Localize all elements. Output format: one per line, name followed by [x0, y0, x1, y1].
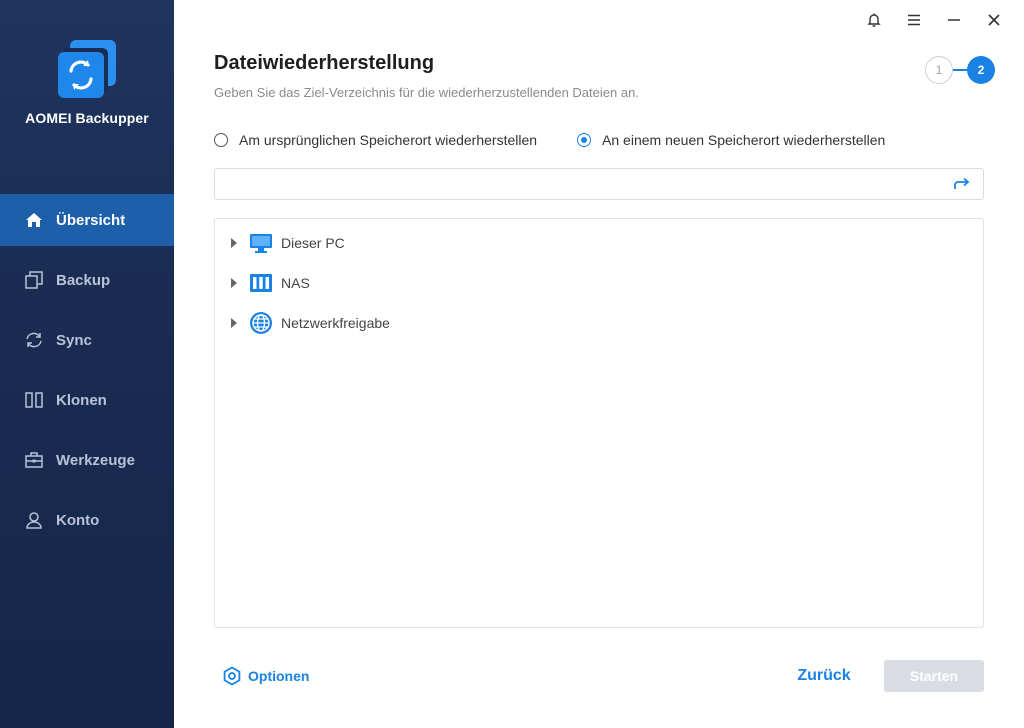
app-logo-icon	[58, 40, 116, 98]
toolbox-icon	[24, 450, 44, 470]
close-button[interactable]	[974, 8, 1014, 32]
step-indicator: 1 2	[925, 56, 995, 84]
path-input[interactable]	[215, 169, 935, 199]
tree-item-network-share[interactable]: Netzwerkfreigabe	[215, 303, 983, 343]
minimize-icon	[948, 19, 960, 21]
options-label: Optionen	[248, 668, 310, 684]
sidebar-item-label: Klonen	[56, 391, 107, 409]
gear-icon	[223, 666, 241, 686]
sidebar-item-label: Konto	[56, 511, 100, 529]
sidebar-item-account[interactable]: Konto	[0, 494, 174, 546]
menu-button[interactable]	[894, 8, 934, 32]
window-controls	[854, 8, 1014, 32]
nas-icon	[249, 272, 273, 294]
options-button[interactable]: Optionen	[222, 666, 309, 686]
tree-item-label: Dieser PC	[281, 235, 345, 251]
sidebar-item-label: Backup	[56, 271, 111, 289]
sidebar-item-label: Werkzeuge	[56, 451, 135, 469]
sidebar: AOMEI Backupper Übersicht Backup Sync Kl…	[0, 0, 174, 728]
home-icon	[24, 210, 44, 230]
tree-item-label: NAS	[281, 275, 310, 291]
page-subtitle: Geben Sie das Ziel-Verzeichnis für die w…	[214, 85, 639, 100]
expand-caret-icon[interactable]	[231, 278, 237, 288]
sidebar-item-label: Sync	[56, 331, 92, 349]
tree-item-label: Netzwerkfreigabe	[281, 315, 390, 331]
restore-location-options: Am ursprünglichen Speicherort wiederhers…	[214, 132, 925, 148]
step-2: 2	[967, 56, 995, 84]
sidebar-nav: Übersicht Backup Sync Klonen Werkzeuge K…	[0, 194, 174, 554]
sidebar-item-sync[interactable]: Sync	[0, 314, 174, 366]
close-icon	[988, 14, 1000, 26]
menu-icon	[908, 14, 920, 26]
sidebar-item-clone[interactable]: Klonen	[0, 374, 174, 426]
tree-item-nas[interactable]: NAS	[215, 263, 983, 303]
arrow-redo-icon	[954, 177, 970, 189]
sync-icon	[24, 330, 44, 350]
step-connector	[953, 69, 967, 71]
radio-label: An einem neuen Speicherort wiederherstel…	[602, 132, 886, 148]
page-title: Dateiwiederherstellung	[214, 52, 435, 74]
radio-new-location[interactable]: An einem neuen Speicherort wiederherstel…	[577, 132, 885, 148]
radio-label: Am ursprünglichen Speicherort wiederhers…	[239, 132, 538, 148]
step-1: 1	[925, 56, 953, 84]
app-name: AOMEI Backupper	[25, 110, 149, 126]
tree-item-this-pc[interactable]: Dieser PC	[215, 223, 983, 263]
start-button[interactable]: Starten	[884, 660, 984, 692]
user-icon	[24, 510, 44, 530]
backup-icon	[24, 270, 44, 290]
back-button[interactable]: Zurück	[784, 660, 864, 692]
expand-caret-icon[interactable]	[231, 238, 237, 248]
sidebar-item-label: Übersicht	[56, 211, 126, 229]
network-share-icon	[249, 312, 273, 334]
sidebar-item-tools[interactable]: Werkzeuge	[0, 434, 174, 486]
radio-original-location[interactable]: Am ursprünglichen Speicherort wiederhers…	[214, 132, 537, 148]
sidebar-item-backup[interactable]: Backup	[0, 254, 174, 306]
expand-caret-icon[interactable]	[231, 318, 237, 328]
go-button[interactable]	[949, 174, 975, 194]
clone-icon	[24, 390, 44, 410]
notification-button[interactable]	[854, 8, 894, 32]
radio-button-checked[interactable]	[577, 133, 592, 147]
minimize-button[interactable]	[934, 8, 974, 32]
bell-icon	[867, 13, 881, 27]
sidebar-item-overview[interactable]: Übersicht	[0, 194, 174, 246]
computer-icon	[249, 232, 273, 254]
location-tree: Dieser PC NAS Netzwerkfreigabe	[214, 218, 984, 628]
radio-button[interactable]	[214, 133, 228, 147]
path-input-container	[214, 168, 984, 200]
